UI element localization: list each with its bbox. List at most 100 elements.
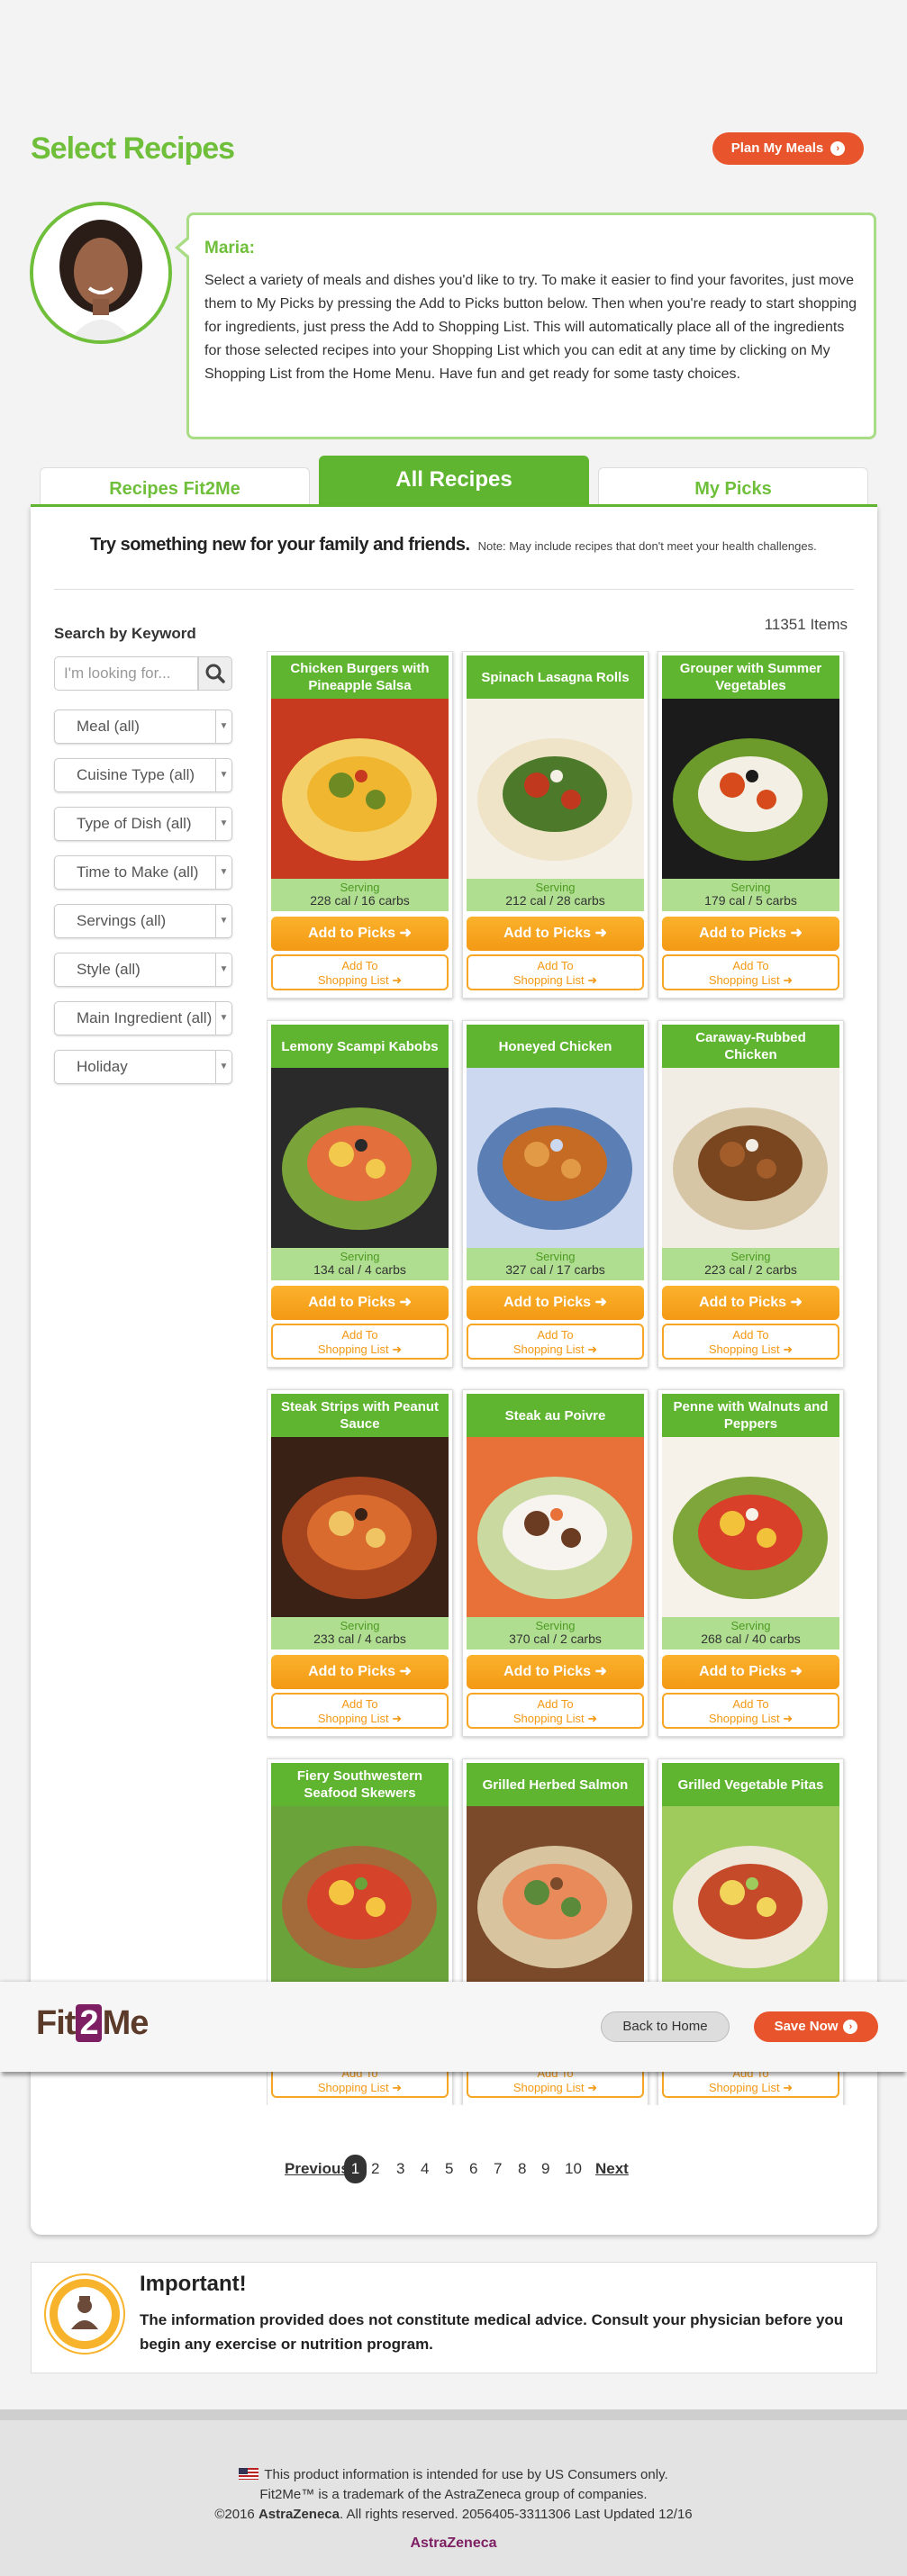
shopping-list-label: Shopping List	[317, 1712, 389, 1725]
page-link[interactable]: 6	[469, 2155, 477, 2183]
page-link[interactable]: 4	[421, 2155, 429, 2183]
recipe-title[interactable]: Steak Strips with Peanut Sauce	[271, 1394, 449, 1437]
recipe-title[interactable]: Honeyed Chicken	[467, 1025, 644, 1068]
add-to-shopping-list-button[interactable]: Add To Shopping List ➜	[662, 954, 839, 990]
logo-part-right: Me	[102, 2004, 150, 2042]
add-to-shopping-list-button[interactable]: Add To Shopping List ➜	[271, 954, 449, 990]
page-link[interactable]: 8	[518, 2155, 526, 2183]
filter-value: Meal (all)	[77, 718, 140, 735]
recipe-title[interactable]: Penne with Walnuts and Peppers	[662, 1394, 839, 1437]
logo-part-left: Fit	[36, 2004, 76, 2042]
recipe-title[interactable]: Chicken Burgers with Pineapple Salsa	[271, 655, 449, 699]
recipe-card[interactable]: Spinach Lasagna Rolls Serving 212 cal / 28…	[462, 651, 649, 999]
add-to-shopping-list-button[interactable]: Add To Shopping List ➜	[662, 1693, 839, 1729]
recipe-photo[interactable]	[662, 699, 839, 879]
add-to-picks-button[interactable]: Add to Picks ➜	[467, 917, 644, 951]
recipe-card[interactable]: Honeyed Chicken Serving 327 cal / 17 carbs…	[462, 1020, 649, 1368]
recipe-title[interactable]: Grilled Herbed Salmon	[467, 1763, 644, 1806]
tab-all-recipes[interactable]: All Recipes	[319, 456, 589, 506]
recipe-title[interactable]: Fiery Southwestern Seafood Skewers	[271, 1763, 449, 1806]
footer-line-1: This product information is intended for…	[264, 2467, 668, 2482]
add-to-shopping-list-button[interactable]: Add To Shopping List ➜	[271, 1693, 449, 1729]
page-link[interactable]: 2	[371, 2155, 379, 2183]
filter-select[interactable]: Cuisine Type (all) ▼	[54, 758, 232, 792]
chevron-down-icon: ▼	[215, 856, 231, 889]
nutrition-value: 212 cal / 28 carbs	[505, 893, 605, 908]
search-button[interactable]	[198, 656, 232, 691]
save-now-button[interactable]: Save Now ›	[754, 2011, 878, 2042]
recipe-card[interactable]: Steak au Poivre Serving 370 cal / 2 carbs A…	[462, 1389, 649, 1737]
filter-select[interactable]: Type of Dish (all) ▼	[54, 807, 232, 841]
shopping-list-label: Shopping List	[708, 2081, 780, 2094]
page-link[interactable]: 7	[494, 2155, 502, 2183]
recipe-photo[interactable]	[271, 1437, 449, 1617]
recipe-title[interactable]: Steak au Poivre	[467, 1394, 644, 1437]
add-to-picks-button[interactable]: Add to Picks ➜	[271, 917, 449, 951]
recipe-card[interactable]: Grouper with Summer Vegetables Serving 179…	[658, 651, 844, 999]
recipe-photo[interactable]	[467, 699, 644, 879]
add-to-shopping-list-button[interactable]: Add To Shopping List ➜	[467, 1324, 644, 1360]
recipe-photo[interactable]	[271, 699, 449, 879]
save-now-label: Save Now	[774, 2019, 839, 2034]
serving-label: Serving	[340, 1619, 380, 1632]
recipe-photo[interactable]	[467, 1068, 644, 1248]
filter-value: Style (all)	[77, 961, 141, 978]
add-to-shopping-list-button[interactable]: Add To Shopping List ➜	[467, 954, 644, 990]
plan-my-meals-button[interactable]: Plan My Meals ›	[712, 132, 864, 165]
add-to-picks-button[interactable]: Add to Picks ➜	[467, 1286, 644, 1320]
recipe-photo[interactable]	[271, 1068, 449, 1248]
page-link[interactable]: 3	[396, 2155, 404, 2183]
recipe-title[interactable]: Caraway-Rubbed Chicken	[662, 1025, 839, 1068]
add-to-picks-button[interactable]: Add to Picks ➜	[467, 1655, 644, 1689]
keyword-search-input[interactable]: I'm looking for...	[54, 656, 198, 691]
filter-select[interactable]: Main Ingredient (all) ▼	[54, 1001, 232, 1035]
fit2me-logo[interactable]: Fit 2 Me	[36, 2004, 150, 2043]
page-link[interactable]: 9	[541, 2155, 549, 2183]
add-to-picks-button[interactable]: Add to Picks ➜	[662, 1286, 839, 1320]
add-to-picks-label: Add to Picks	[503, 1664, 592, 1679]
tab-my-picks[interactable]: My Picks	[598, 467, 868, 505]
add-to-picks-button[interactable]: Add to Picks ➜	[271, 1286, 449, 1320]
tab-recipes-fit2me[interactable]: Recipes Fit2Me	[40, 467, 310, 505]
recipe-photo[interactable]	[467, 1806, 644, 1986]
add-to-picks-button[interactable]: Add to Picks ➜	[662, 917, 839, 951]
filter-select[interactable]: Servings (all) ▼	[54, 904, 232, 938]
back-to-home-button[interactable]: Back to Home	[601, 2011, 730, 2042]
page-link[interactable]: 10	[565, 2155, 582, 2183]
shopping-list-label: Shopping List	[512, 1712, 585, 1725]
recipe-photo[interactable]	[271, 1806, 449, 1986]
filter-select[interactable]: Meal (all) ▼	[54, 710, 232, 744]
nutrition-value: 228 cal / 16 carbs	[310, 893, 410, 908]
recipe-title[interactable]: Spinach Lasagna Rolls	[467, 655, 644, 699]
add-to-picks-button[interactable]: Add to Picks ➜	[271, 1655, 449, 1689]
add-to-picks-button[interactable]: Add to Picks ➜	[662, 1655, 839, 1689]
nutrition-value: 223 cal / 2 carbs	[704, 1262, 797, 1277]
filter-select[interactable]: Style (all) ▼	[54, 953, 232, 987]
recipe-photo[interactable]	[662, 1437, 839, 1617]
add-to-shopping-list-button[interactable]: Add To Shopping List ➜	[271, 1324, 449, 1360]
page-link[interactable]: 1	[344, 2155, 367, 2183]
footer-line-3: ©2016 AstraZeneca. All rights reserved. …	[0, 2505, 907, 2525]
recipe-card[interactable]: Caraway-Rubbed Chicken Serving 223 cal / 2…	[658, 1020, 844, 1368]
recipe-title[interactable]: Grouper with Summer Vegetables	[662, 655, 839, 699]
filter-select[interactable]: Time to Make (all) ▼	[54, 855, 232, 890]
add-to-shopping-list-button[interactable]: Add To Shopping List ➜	[467, 1693, 644, 1729]
arrow-right-icon: ➜	[790, 1664, 803, 1679]
arrow-right-icon: ➜	[783, 1342, 794, 1356]
recipe-photo[interactable]	[467, 1437, 644, 1617]
recipe-card[interactable]: Lemony Scampi Kabobs Serving 134 cal / 4 c…	[267, 1020, 453, 1368]
recipe-photo[interactable]	[662, 1068, 839, 1248]
recipe-card[interactable]: Steak Strips with Peanut Sauce Serving 233…	[267, 1389, 453, 1737]
recipe-photo[interactable]	[662, 1806, 839, 1986]
next-page-link[interactable]: Next	[595, 2155, 629, 2183]
chevron-down-icon: ▼	[215, 759, 231, 791]
recipe-title[interactable]: Lemony Scampi Kabobs	[271, 1025, 449, 1068]
filter-select[interactable]: Holiday ▼	[54, 1050, 232, 1084]
previous-page-link[interactable]: Previous	[285, 2155, 349, 2183]
add-to-shopping-list-button[interactable]: Add To Shopping List ➜	[662, 1324, 839, 1360]
recipe-card[interactable]: Chicken Burgers with Pineapple Salsa Serv…	[267, 651, 453, 999]
astrazeneca-logo[interactable]: AstraZeneca	[0, 2534, 907, 2553]
recipe-title[interactable]: Grilled Vegetable Pitas	[662, 1763, 839, 1806]
page-link[interactable]: 5	[445, 2155, 453, 2183]
recipe-card[interactable]: Penne with Walnuts and Peppers Serving 268…	[658, 1389, 844, 1737]
